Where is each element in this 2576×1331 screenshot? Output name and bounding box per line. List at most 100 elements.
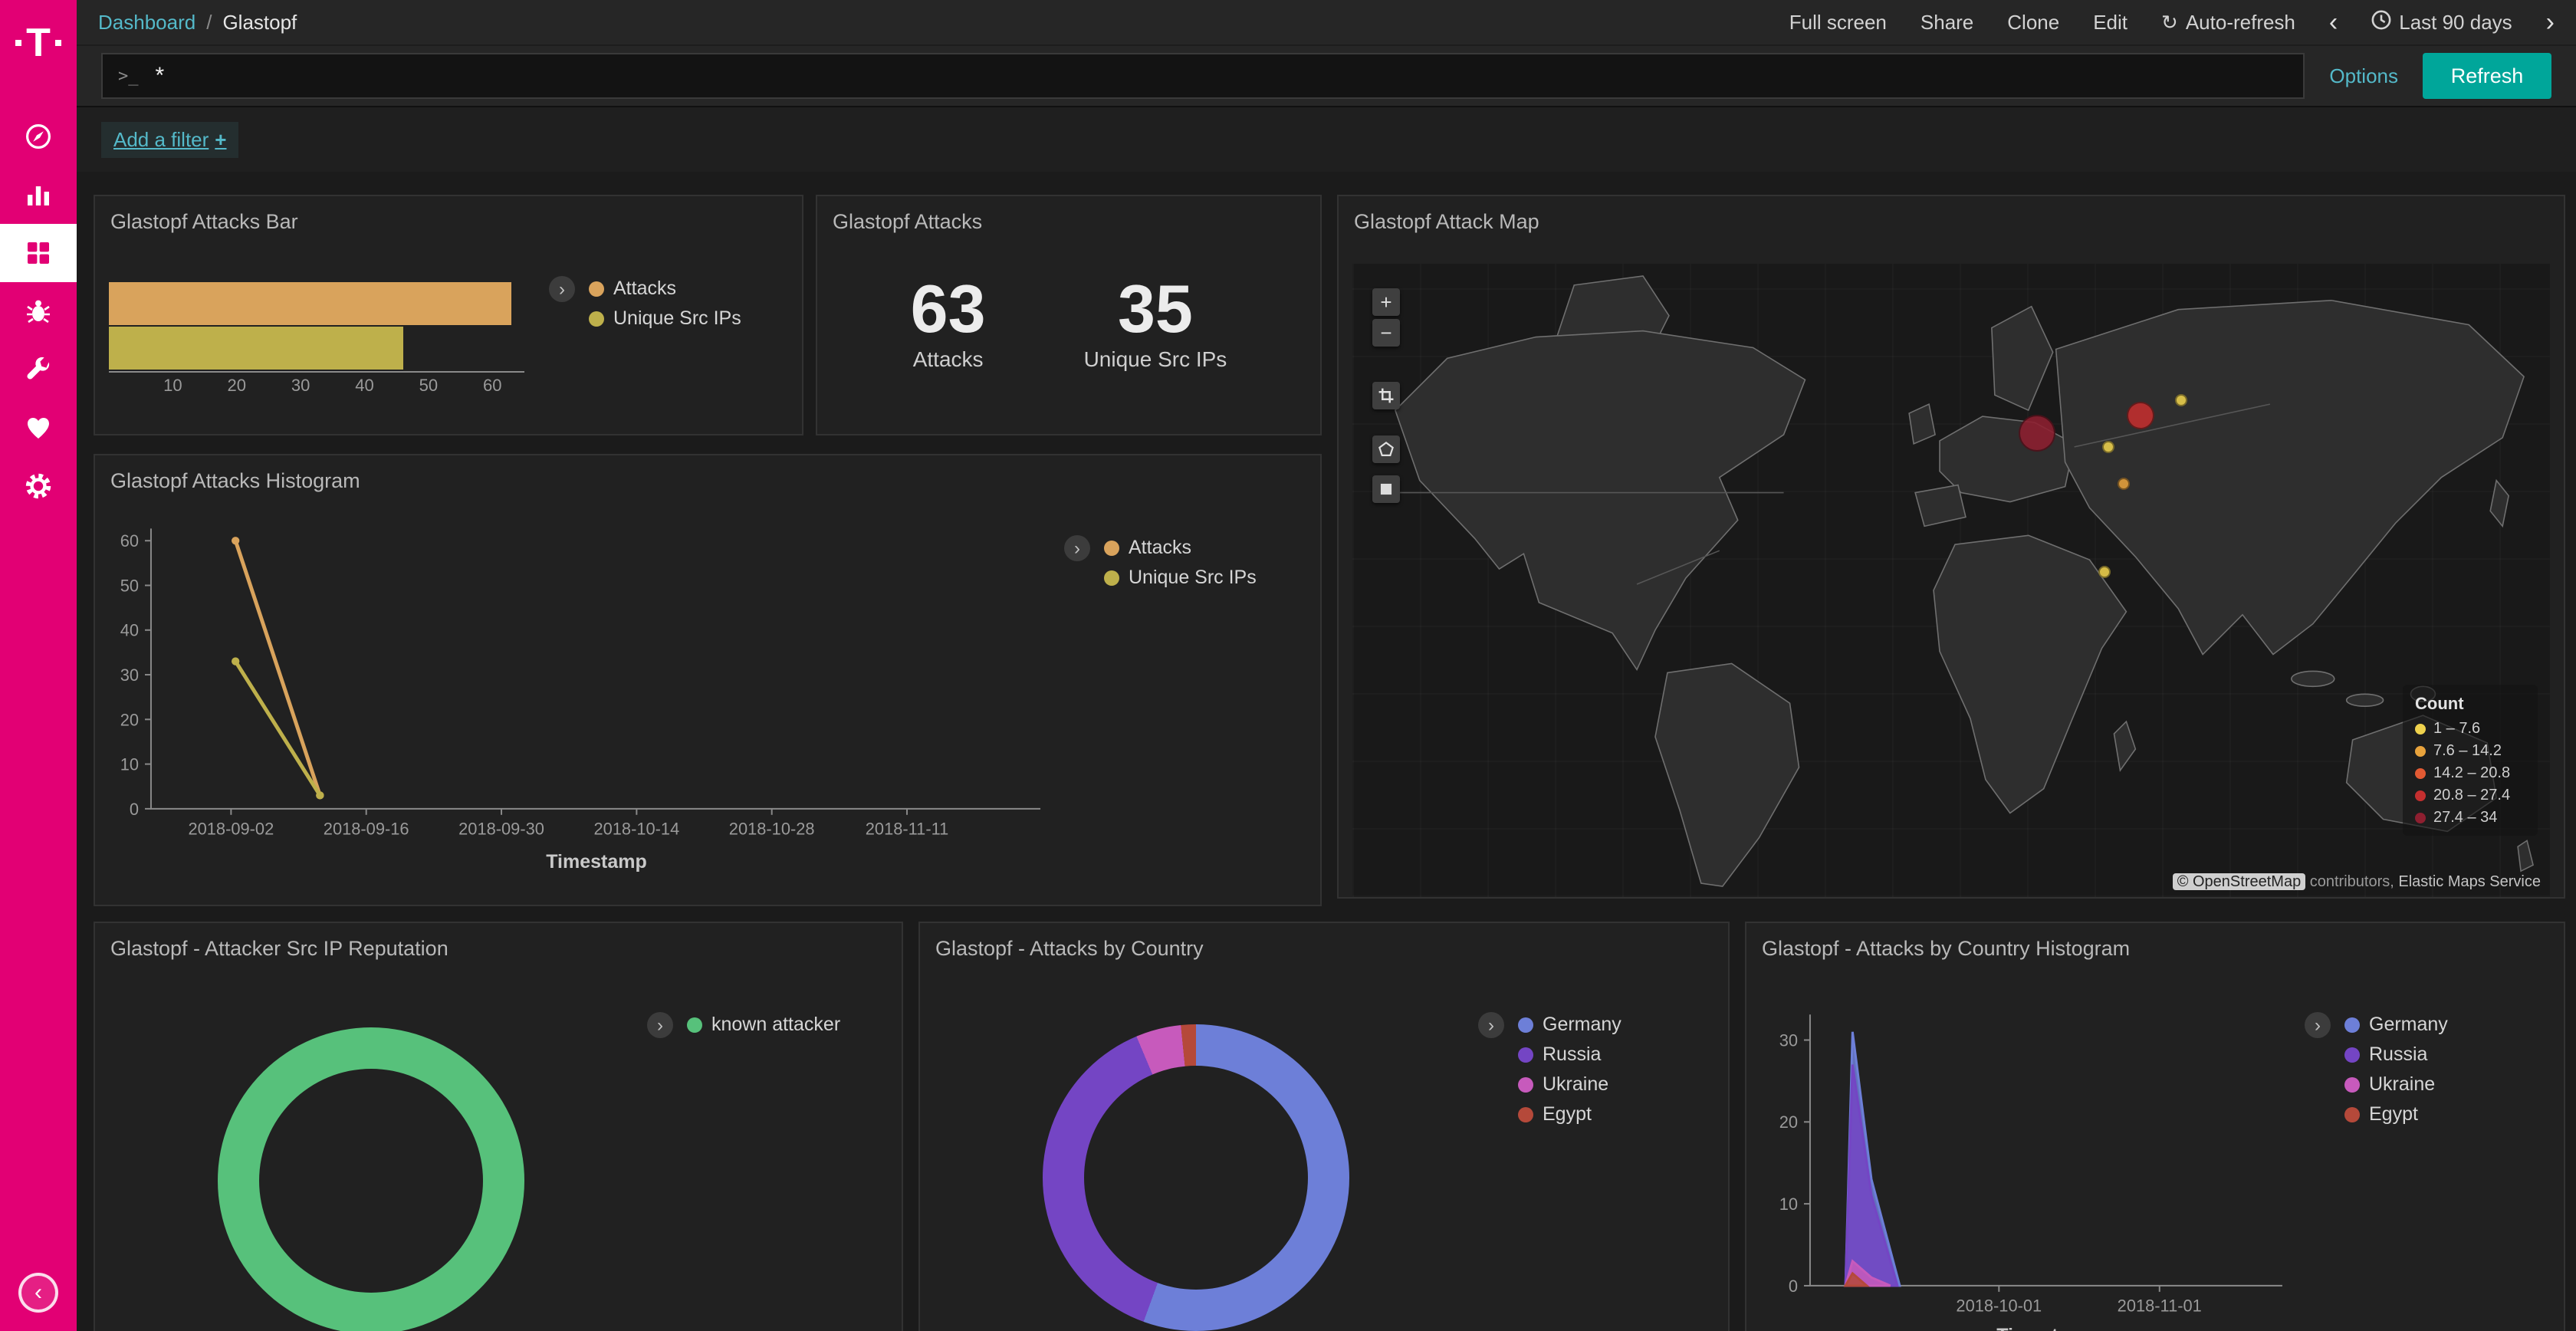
sidebar-item-dashboard[interactable]: [0, 224, 77, 282]
y-tick: 50: [120, 576, 139, 595]
collapse-nav-button[interactable]: ‹: [18, 1273, 58, 1313]
legend-item-attacks[interactable]: Attacks: [589, 278, 741, 300]
metric-value: 35: [1084, 274, 1227, 344]
legend-item-russia[interactable]: Russia: [1518, 1043, 1622, 1066]
donut-hole: [1084, 1066, 1308, 1290]
legend-color-dot: [2415, 813, 2426, 823]
osm-attribution-link[interactable]: © OpenStreetMap: [2173, 873, 2305, 890]
topbar-action-share[interactable]: Share: [1921, 11, 1973, 35]
y-tick: 10: [1779, 1195, 1798, 1214]
topbar-action-clone[interactable]: Clone: [2007, 11, 2059, 35]
x-tick: 2018-11-01: [2118, 1296, 2202, 1316]
map-canvas[interactable]: + − Count 1 – 7.67.: [1352, 264, 2550, 897]
chart-legend: › Attacks Unique Src IPs: [1064, 535, 1257, 589]
t-mobile-logo[interactable]: T: [15, 3, 61, 83]
legend-color-dot: [2344, 1017, 2360, 1033]
map-legend: Count 1 – 7.67.6 – 14.214.2 – 20.820.8 –…: [2403, 685, 2538, 836]
breadcrumb: Dashboard / Glastopf: [98, 11, 297, 35]
attack-location-dot[interactable]: [2127, 402, 2154, 429]
legend-item-egypt[interactable]: Egypt: [2344, 1103, 2448, 1126]
sidebar: T ‹: [0, 0, 77, 1331]
sidebar-item-devtools[interactable]: [0, 340, 77, 399]
auto-refresh-button[interactable]: ↻ Auto-refresh: [2161, 11, 2295, 35]
legend-item-ukraine[interactable]: Ukraine: [2344, 1073, 2448, 1096]
legend-label: Egypt: [1543, 1103, 1592, 1126]
map-legend-row: 1 – 7.6: [2415, 720, 2525, 738]
topbar-action-edit[interactable]: Edit: [2093, 11, 2128, 35]
legend-expand-button[interactable]: ›: [1478, 1012, 1504, 1038]
pentagon-icon: [1378, 441, 1395, 458]
bar-attacks[interactable]: [109, 282, 511, 325]
landmass-iberia: [1915, 485, 1966, 527]
x-axis-title: Timestamp: [95, 851, 1098, 873]
map-legend-row: 14.2 – 20.8: [2415, 764, 2525, 782]
legend-range-label: 1 – 7.6: [2433, 720, 2480, 738]
legend-expand-button[interactable]: ›: [1064, 535, 1090, 561]
bar-unique-src-ips[interactable]: [109, 327, 403, 370]
attack-location-dot[interactable]: [2118, 478, 2130, 490]
query-options-link[interactable]: Options: [2329, 64, 2398, 88]
sidebar-item-monitoring[interactable]: [0, 399, 77, 457]
landmass-africa: [1934, 535, 2126, 813]
rectangle-tool-button[interactable]: [1372, 475, 1400, 503]
legend-item-known-attacker[interactable]: known attacker: [687, 1014, 840, 1036]
time-range-label: Last 90 days: [2399, 11, 2512, 35]
elastic-maps-attribution-link[interactable]: Elastic Maps Service: [2398, 873, 2541, 890]
breadcrumb-separator: /: [206, 11, 212, 35]
legend-expand-button[interactable]: ›: [647, 1012, 673, 1038]
panel-src-ip-reputation: Glastopf - Attacker Src IP Reputation › …: [94, 922, 903, 1331]
attack-location-dot[interactable]: [2175, 394, 2187, 406]
sidebar-item-visualize[interactable]: [0, 166, 77, 224]
add-filter-link[interactable]: Add a filter+: [101, 122, 238, 158]
breadcrumb-current: Glastopf: [222, 11, 297, 35]
refresh-button[interactable]: Refresh: [2423, 53, 2551, 99]
legend-item-egypt[interactable]: Egypt: [1518, 1103, 1622, 1126]
legend-label: Russia: [1543, 1043, 1601, 1066]
sidebar-item-discover[interactable]: [0, 107, 77, 166]
breadcrumb-dashboard-link[interactable]: Dashboard: [98, 11, 196, 35]
legend-item-germany[interactable]: Germany: [2344, 1014, 2448, 1036]
y-tick: 0: [130, 800, 139, 819]
sidebar-item-management[interactable]: [0, 457, 77, 515]
crop-tool-button[interactable]: [1372, 382, 1400, 409]
query-prompt-icon: >_: [118, 67, 139, 86]
time-forward-button[interactable]: ›: [2546, 9, 2555, 35]
time-range-picker[interactable]: Last 90 days: [2371, 10, 2512, 35]
polygon-tool-button[interactable]: [1372, 435, 1400, 463]
legend-range-label: 14.2 – 20.8: [2433, 764, 2510, 782]
legend-items: Attacks Unique Src IPs: [1104, 537, 1257, 589]
zoom-out-button[interactable]: −: [1372, 319, 1400, 347]
legend-label: Egypt: [2369, 1103, 2418, 1126]
attack-location-dot[interactable]: [2102, 441, 2114, 453]
landmass-madagascar: [2114, 721, 2135, 771]
legend-item-unique-src-ips[interactable]: Unique Src IPs: [1104, 567, 1257, 589]
legend-expand-button[interactable]: ›: [2305, 1012, 2331, 1038]
y-tick: 60: [120, 531, 139, 550]
legend-item-russia[interactable]: Russia: [2344, 1043, 2448, 1066]
time-back-button[interactable]: ‹: [2329, 9, 2338, 35]
legend-item-attacks[interactable]: Attacks: [1104, 537, 1257, 559]
legend-item-unique-src-ips[interactable]: Unique Src IPs: [589, 307, 741, 330]
legend-range-label: 27.4 – 34: [2433, 809, 2497, 827]
attack-location-dot[interactable]: [2098, 566, 2111, 578]
attack-location-dot[interactable]: [2019, 415, 2055, 452]
legend-items: known attacker: [687, 1014, 840, 1036]
legend-item-germany[interactable]: Germany: [1518, 1014, 1622, 1036]
donut-chart-country[interactable]: [1043, 1024, 1349, 1331]
zoom-in-button[interactable]: +: [1372, 288, 1400, 316]
topbar-action-full-screen[interactable]: Full screen: [1789, 11, 1887, 35]
data-point[interactable]: [232, 657, 239, 665]
chevron-left-icon: ‹: [34, 1280, 42, 1306]
legend-color-dot: [2415, 746, 2426, 757]
x-axis-line: [109, 371, 524, 373]
legend-label: Germany: [2369, 1014, 2448, 1036]
data-point[interactable]: [232, 537, 239, 544]
x-tick: 40: [355, 376, 373, 396]
legend-expand-button[interactable]: ›: [549, 276, 575, 302]
data-point[interactable]: [316, 791, 324, 799]
topbar-actions: Full screen Share Clone Edit: [1789, 11, 2128, 35]
search-query-input[interactable]: [153, 61, 2288, 90]
legend-item-ukraine[interactable]: Ukraine: [1518, 1073, 1622, 1096]
sidebar-item-timelion[interactable]: [0, 282, 77, 340]
donut-chart-reputation[interactable]: [218, 1027, 524, 1331]
